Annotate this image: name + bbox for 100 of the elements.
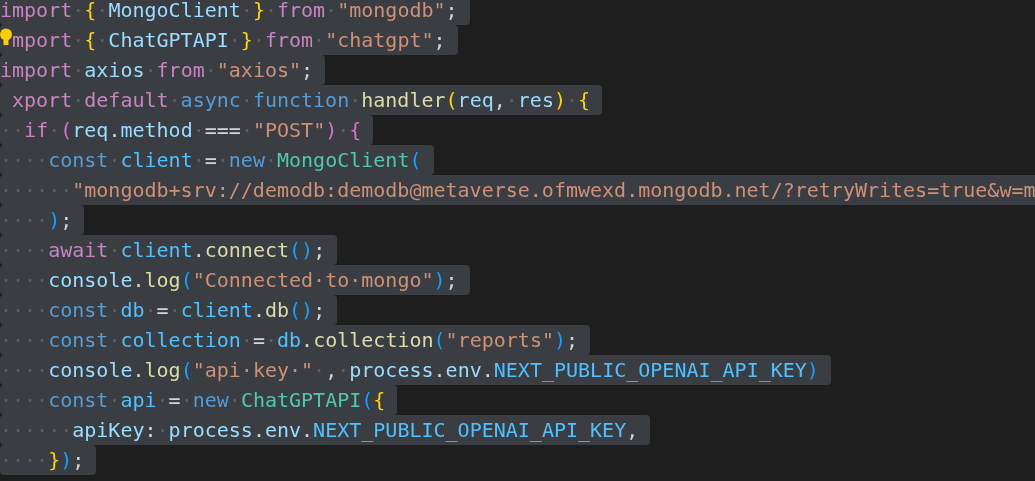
code-token: db [264,297,290,324]
code-token: ( [180,267,193,294]
code-token: import [0,0,73,24]
code-token: ; [566,327,579,354]
code-token: ; [433,27,446,54]
whitespace-marks: · [337,117,350,144]
code-token: handler [361,87,446,114]
code-token: "axios" [216,57,302,84]
whitespace-marks: · [192,117,205,144]
code-token: const [48,387,109,414]
whitespace-marks: ·· [0,117,25,144]
whitespace-marks: ···· [0,237,49,264]
code-token: MongoClient [108,0,241,24]
lightbulb-icon[interactable] [0,28,12,48]
whitespace-marks: · [313,27,326,54]
whitespace-marks: ···· [0,357,49,384]
code-token: "chatgpt" [325,27,434,54]
whitespace-marks: · [96,0,109,24]
code-token: ) [60,447,73,474]
code-token: : [144,417,157,444]
whitespace-marks: · [180,387,193,414]
code-token: { [349,117,362,144]
code-token: = [156,297,169,324]
code-token: async [180,87,241,114]
whitespace-marks: · [204,57,217,84]
code-token: process [349,357,434,384]
whitespace-marks: · [228,387,241,414]
code-token: ( [445,87,458,114]
whitespace-marks: · [168,87,181,114]
code-token: "Connected·to·mongo" [192,267,434,294]
code-token: await [48,237,109,264]
whitespace-marks: ···· [0,447,49,474]
code-token: from [156,57,205,84]
code-token: . [481,357,494,384]
code-token: "POST" [252,117,326,144]
code-token: req [457,87,494,114]
code-token: === [204,117,241,144]
whitespace-marks: · [325,0,338,24]
code-token: console [48,267,133,294]
code-token: apiKey [72,417,145,444]
code-token: } [48,447,61,474]
code-token: api [120,387,157,414]
code-token: () [289,237,314,264]
code-token: new [228,147,265,174]
whitespace-marks: · [96,27,109,54]
whitespace-marks: · [72,0,85,24]
whitespace-marks: · [108,237,121,264]
whitespace-marks: ···· [0,327,49,354]
code-token: MongoClient [277,147,410,174]
whitespace-marks: · [240,327,253,354]
code-token: . [108,117,121,144]
code-token: method [120,117,193,144]
code-token: "mongodb" [337,0,446,24]
code-token: ) [325,117,338,144]
whitespace-marks: · [192,147,205,174]
whitespace-marks: · [72,57,85,84]
code-token: const [48,297,109,324]
code-token: ( [361,387,374,414]
whitespace-marks: ···· [0,387,49,414]
code-token: ; [60,207,73,234]
whitespace-marks: ···· [0,207,49,234]
code-token: . [433,357,446,384]
code-token: NEXT_PUBLIC_OPENAI_API_KEY [313,417,627,444]
whitespace-marks: · [252,27,265,54]
code-token: new [192,387,229,414]
code-token: function [252,87,350,114]
code-token: process [168,417,253,444]
whitespace-marks: ······ [0,417,73,444]
code-token: { [84,27,97,54]
whitespace-marks: · [349,87,362,114]
whitespace-marks: · [240,0,253,24]
code-token: "mongodb+srv://demodb:demodb@metaverse.ofmwexd.mongodb.net/?retryWrites=true&w=m [72,177,1035,204]
code-token: . [132,267,145,294]
code-token: ( [60,117,73,144]
whitespace-marks: · [566,87,579,114]
whitespace-marks: · [48,117,61,144]
code-token: xport [12,87,73,114]
code-token: = [252,327,265,354]
code-token: collection [120,327,241,354]
code-token: ) [806,357,819,384]
whitespace-marks: · [240,117,253,144]
whitespace-marks: · [313,357,326,384]
code-token: env [264,417,302,444]
whitespace-marks: ···· [0,267,49,294]
code-token: if [24,117,49,144]
code-token: ) [554,327,567,354]
code-token: } [240,27,253,54]
code-token: collection [313,327,434,354]
code-token: "reports" [445,327,554,354]
whitespace-marks: · [337,357,350,384]
whitespace-marks: · [144,297,157,324]
whitespace-marks: · [72,87,85,114]
code-token: axios [84,57,145,84]
whitespace-marks: · [168,297,181,324]
code-token: ; [301,57,314,84]
code-token: , [626,417,639,444]
whitespace-marks: ···· [0,147,49,174]
code-token: const [48,147,109,174]
code-token: req [72,117,109,144]
code-token: ( [180,357,193,384]
